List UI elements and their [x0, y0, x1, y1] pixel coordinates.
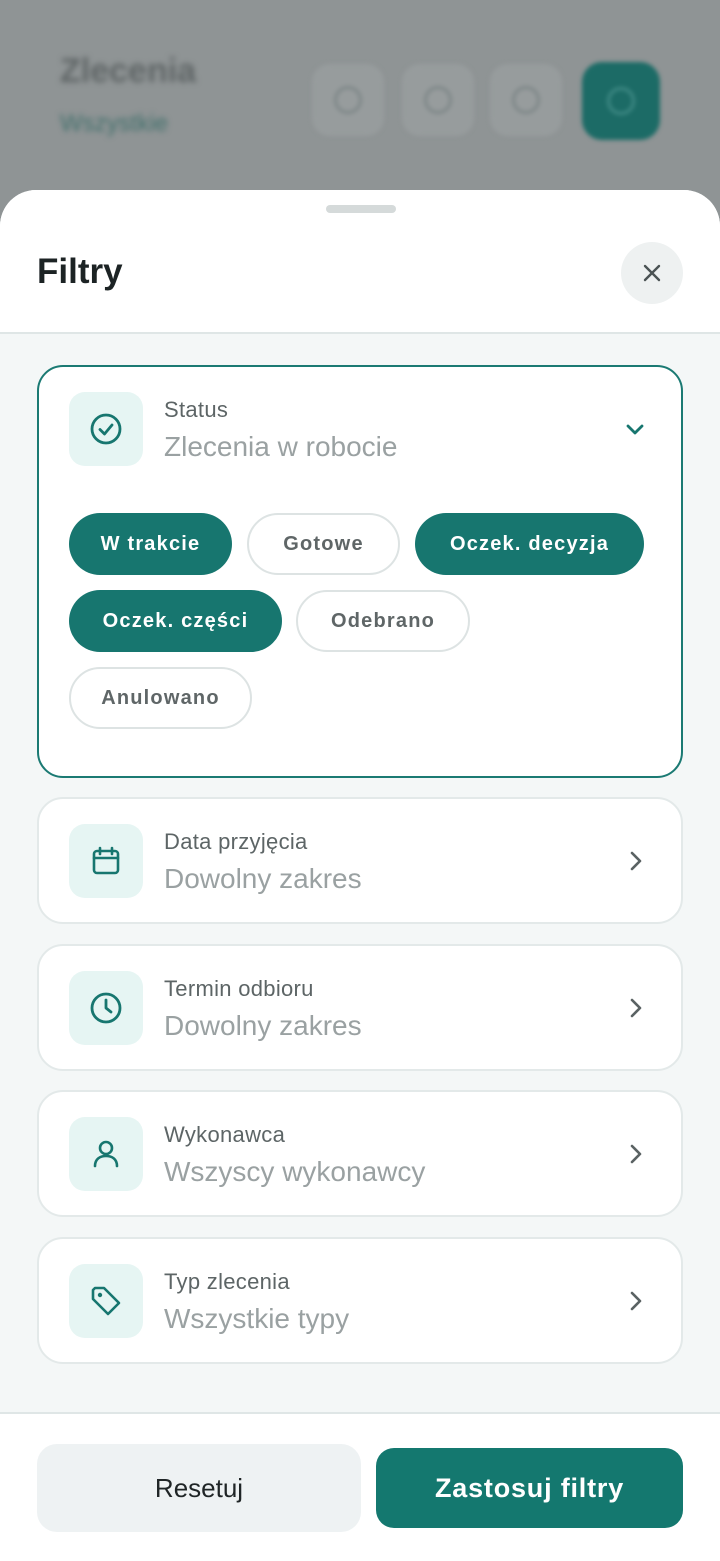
background-add-button — [582, 62, 660, 140]
close-icon — [643, 264, 661, 282]
status-filter-card[interactable]: Status Zlecenia w robocie W trakcie Goto… — [37, 365, 683, 778]
pickup-deadline-value: Dowolny zakres — [164, 1010, 362, 1041]
order-type-icon-box — [69, 1264, 143, 1338]
close-button[interactable] — [621, 242, 683, 304]
user-icon — [93, 1140, 119, 1168]
background-page-title: Zlecenia — [60, 52, 197, 90]
chevron-down-icon[interactable] — [619, 413, 651, 445]
chevron-right-icon — [619, 1285, 651, 1317]
pickup-deadline-filter-card[interactable]: Termin odbioru Dowolny zakres — [37, 944, 683, 1071]
date-received-filter-card[interactable]: Data przyjęcia Dowolny zakres — [37, 797, 683, 924]
assignee-icon-box — [69, 1117, 143, 1191]
chip-oczek-czesci[interactable]: Oczek. części — [69, 590, 282, 652]
status-label: Status — [164, 397, 229, 422]
chip-odebrano[interactable]: Odebrano — [296, 590, 470, 652]
assignee-label: Wykonawca — [164, 1122, 286, 1147]
background-calendar-button — [402, 64, 474, 136]
status-icon-box — [69, 392, 143, 466]
order-type-label: Typ zlecenia — [164, 1269, 290, 1294]
background-subtitle: Wszystkie — [60, 110, 168, 137]
status-value: Zlecenia w robocie — [164, 431, 398, 462]
order-type-filter-card[interactable]: Typ zlecenia Wszystkie typy — [37, 1237, 683, 1364]
chip-w-trakcie[interactable]: W trakcie — [69, 513, 232, 575]
apply-filters-button[interactable]: Zastosuj filtry — [376, 1448, 683, 1528]
check-circle-icon — [90, 413, 122, 445]
background-search-button — [312, 64, 384, 136]
date-received-label: Data przyjęcia — [164, 829, 308, 854]
drag-handle[interactable] — [326, 205, 396, 213]
chip-oczek-decyzja[interactable]: Oczek. decyzja — [415, 513, 644, 575]
pickup-deadline-icon-box — [69, 971, 143, 1045]
order-type-value: Wszystkie typy — [164, 1303, 350, 1334]
calendar-icon — [92, 846, 120, 875]
sheet-header: Filtry — [0, 190, 720, 334]
tag-icon — [91, 1286, 121, 1316]
chip-gotowe[interactable]: Gotowe — [247, 513, 400, 575]
reset-button[interactable]: Resetuj — [37, 1444, 361, 1532]
filters-sheet: Filtry Status Zlecenia w robocie W trakc… — [0, 190, 720, 1561]
date-received-icon-box — [69, 824, 143, 898]
chevron-right-icon — [619, 1138, 651, 1170]
date-received-value: Dowolny zakres — [164, 863, 362, 894]
sheet-title: Filtry — [37, 252, 123, 291]
chevron-right-icon — [619, 845, 651, 877]
chip-anulowano[interactable]: Anulowano — [69, 667, 252, 729]
background-filter-button — [490, 64, 562, 136]
chevron-right-icon — [619, 992, 651, 1024]
clock-icon — [90, 992, 122, 1024]
pickup-deadline-label: Termin odbioru — [164, 976, 314, 1001]
sheet-footer: Resetuj Zastosuj filtry — [0, 1412, 720, 1561]
assignee-filter-card[interactable]: Wykonawca Wszyscy wykonawcy — [37, 1090, 683, 1217]
assignee-value: Wszyscy wykonawcy — [164, 1156, 426, 1187]
